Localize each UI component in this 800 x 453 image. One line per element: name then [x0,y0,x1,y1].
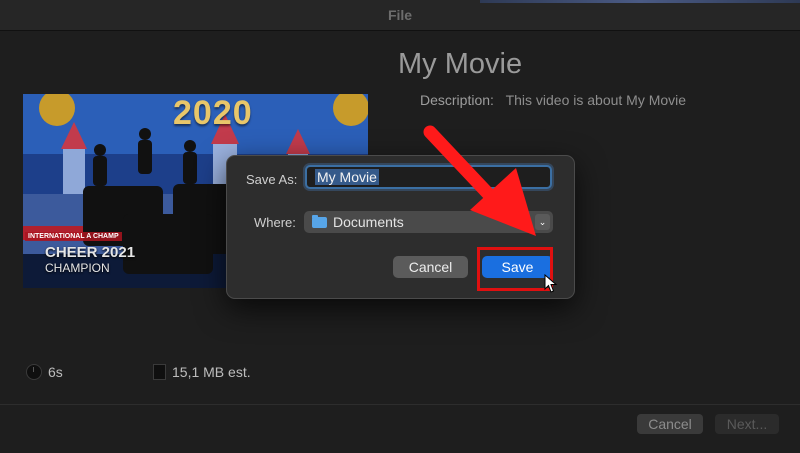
thumbnail-caption-subtitle: CHAMPION [45,261,110,275]
description-value[interactable]: This video is about My Movie [506,92,687,108]
thumbnail-year-text: 2020 [173,94,253,132]
next-button[interactable]: Next... [715,414,779,434]
size-stat: 15,1 MB est. [153,364,251,380]
window-title: File [387,7,413,23]
size-value: 15,1 MB est. [172,364,251,380]
footer-divider [0,404,800,405]
clock-icon [26,364,42,380]
file-icon [153,364,166,380]
save-highlight-box [477,247,553,291]
folder-icon [312,214,327,228]
arrow-annotation [423,125,536,236]
save-as-label: Save As: [246,172,298,187]
where-select-value: Documents [333,214,404,230]
thumbnail-banner-text: INTERNATIONAL A CHAMP [25,232,122,241]
duration-value: 6s [48,364,63,380]
titlebar-accent-strip [480,0,800,3]
duration-stat: 6s [26,364,63,380]
where-label: Where: [254,215,296,230]
project-title: My Movie [398,48,523,80]
cancel-button[interactable]: Cancel [637,414,703,434]
window-titlebar: File [0,0,800,31]
description-label: Description: [420,92,494,108]
dialog-cancel-button[interactable]: Cancel [393,256,468,278]
thumbnail-caption-title: CHEER 2021 [45,244,136,261]
share-file-window: File 2020 INTERNATIONAL A CHAMP CHEER 20… [0,0,800,453]
description-row: Description: This video is about My Movi… [420,92,686,108]
save-as-input-value: My Movie [315,169,379,185]
mouse-cursor-icon [544,274,558,293]
